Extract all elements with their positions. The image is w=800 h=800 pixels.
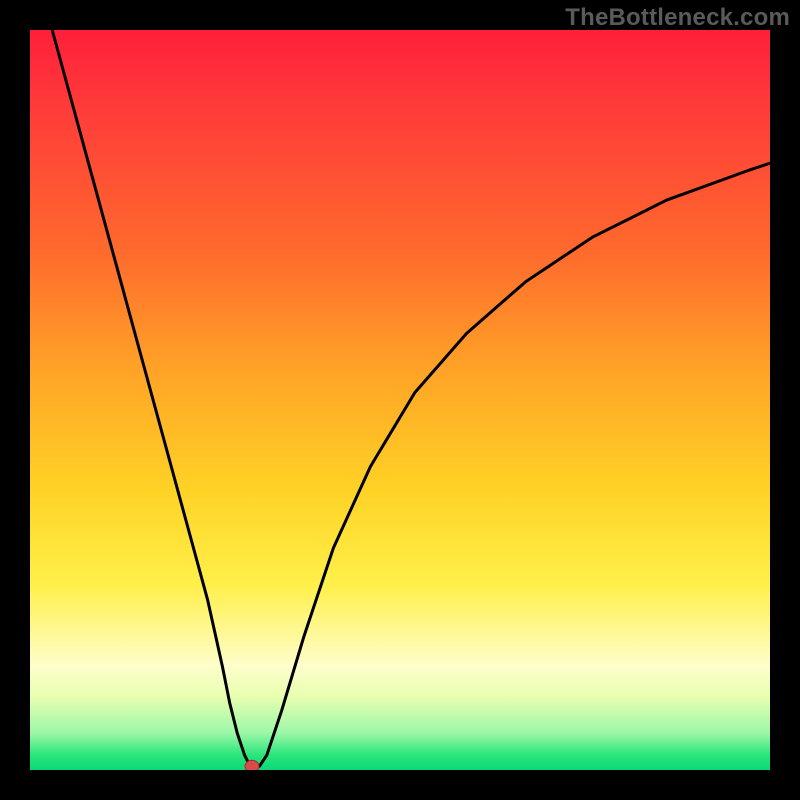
- bottleneck-curve: [52, 30, 770, 766]
- plot-area: [30, 30, 770, 770]
- chart-frame: TheBottleneck.com: [0, 0, 800, 800]
- watermark-label: TheBottleneck.com: [565, 4, 790, 32]
- plot-svg: [30, 30, 770, 770]
- optimal-point-marker: [245, 760, 259, 770]
